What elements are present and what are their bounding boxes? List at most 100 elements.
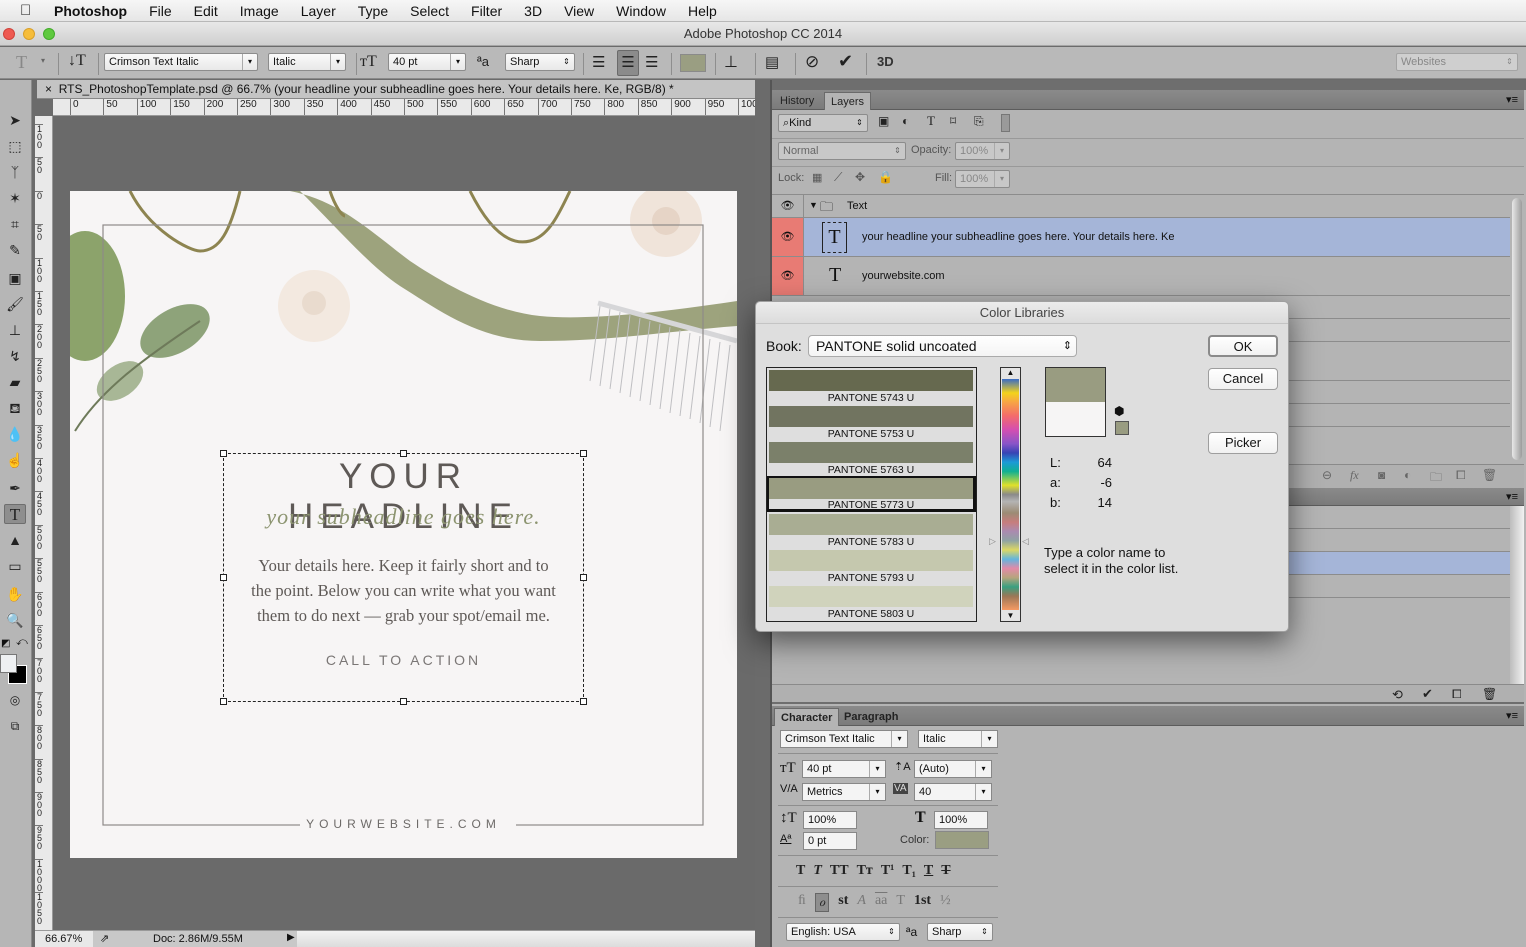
menu-3d[interactable]: 3D [524,3,542,19]
share-icon[interactable]: ⇗ [100,932,109,945]
add-mask-icon[interactable]: ◙ [1378,468,1385,482]
cancel-button[interactable]: Cancel [1208,368,1278,390]
warp-text-icon[interactable]: ⊥ [724,52,738,72]
ligatures-button[interactable]: ﬁ [798,893,806,912]
crop-tool-icon[interactable]: ⌗ [4,214,26,234]
apple-icon[interactable]:  [20,2,38,19]
new-layer-icon[interactable]: ⧠ [1456,468,1466,483]
swatch-item[interactable]: PANTONE 5753 U [769,406,975,442]
char-vertical-scale-field[interactable]: 100% [803,811,857,829]
visibility-eye-icon[interactable]: 👁 [772,257,804,295]
swash-button[interactable]: A [857,893,866,912]
zoom-level[interactable]: 66.67% [35,931,93,947]
color-spectrum-slider[interactable]: ▲ ▼ [1000,367,1021,622]
strikethrough-button[interactable]: T [941,863,950,879]
align-right-icon[interactable]: ☰ [645,53,658,71]
filter-type-icon[interactable]: T [927,113,935,129]
brush-tool-icon[interactable]: 🖌 [4,294,26,314]
pen-tool-icon[interactable]: ✒ [4,478,26,498]
layer-filter-kind-select[interactable]: ⌕Kind ⇕ [778,114,868,132]
layer-row-selected[interactable]: 👁 T your headline your subheadline goes … [772,218,1510,257]
subscript-button[interactable]: T₁ [902,863,916,879]
adjustment-layer-icon[interactable]: ◐ [1404,468,1411,482]
new-group-icon[interactable]: 🗀 [1430,468,1442,489]
scroll-down-arrow-icon[interactable]: ▼ [1001,611,1020,621]
quick-mask-icon[interactable]: ◎ [4,690,26,710]
small-caps-button[interactable]: Tт [857,863,873,879]
layers-scrollbar[interactable] [1512,198,1522,460]
stylistic-alternates-button[interactable]: aa [875,893,887,912]
scroll-up-arrow-icon[interactable]: ▲ [1001,368,1020,378]
old-style-button[interactable]: st [838,893,848,912]
transform-handle[interactable] [580,574,587,581]
fill-field[interactable]: 100% ▾ [955,170,1010,188]
status-menu-arrow-icon[interactable]: ▶ [287,932,295,943]
3d-icon[interactable]: 3D [877,54,894,69]
transform-handle[interactable] [580,450,587,457]
swatch-item[interactable]: PANTONE 5763 U [769,442,975,478]
superscript-button[interactable]: T¹ [881,863,895,879]
menu-image[interactable]: Image [240,3,279,19]
delete-state-icon[interactable]: 🗑 [1482,687,1497,701]
menu-edit[interactable]: Edit [194,3,218,19]
eyedropper-tool-icon[interactable]: ✎ [4,240,26,260]
blur-tool-icon[interactable]: 💧 [4,424,26,444]
tool-preset-dropdown-icon[interactable]: ▾ [41,56,45,65]
menu-help[interactable]: Help [688,3,717,19]
menu-file[interactable]: File [149,3,172,19]
rectangle-tool-icon[interactable]: ▭ [4,556,26,576]
font-size-select[interactable]: 40 pt ▾ [388,53,466,71]
type-tool-icon[interactable]: T [4,504,26,524]
link-layers-icon[interactable]: ⊖ [1322,468,1332,482]
filter-shape-icon[interactable]: ⌑ [950,114,956,128]
clone-stamp-tool-icon[interactable]: ⊥ [4,320,26,340]
char-font-style-select[interactable]: Italic ▾ [918,730,998,748]
out-of-gamut-cube-icon[interactable]: ⬢ [1114,404,1124,418]
magic-wand-tool-icon[interactable]: ✶ [4,188,26,208]
transform-handle[interactable] [400,698,407,705]
eraser-tool-icon[interactable]: ▰ [4,372,26,392]
character-panel-toggle-icon[interactable]: ▤ [765,53,779,71]
toggle-text-orientation-icon[interactable]: ↓T [68,52,86,70]
menu-filter[interactable]: Filter [471,3,502,19]
menu-layer[interactable]: Layer [301,3,336,19]
visibility-eye-icon[interactable]: 👁 [772,218,804,256]
lasso-tool-icon[interactable]: ᛉ [4,162,26,182]
transform-handle[interactable] [220,698,227,705]
paint-bucket-tool-icon[interactable]: ⛾ [4,398,26,418]
lock-brush-icon[interactable]: ⟋ [834,170,842,185]
filter-adjustment-icon[interactable]: ◐ [902,114,909,128]
default-colors-icon[interactable]: ◩ [1,638,10,649]
path-selection-tool-icon[interactable]: ▲ [4,530,26,550]
menu-window[interactable]: Window [616,3,666,19]
char-antialias-select[interactable]: Sharp ⇕ [927,923,993,941]
transform-handle[interactable] [580,698,587,705]
blend-mode-select[interactable]: Normal ⇕ [778,142,906,160]
filter-smart-object-icon[interactable]: ⎘ [974,114,984,129]
menu-select[interactable]: Select [410,3,449,19]
menu-app[interactable]: Photoshop [54,3,127,19]
titling-button[interactable]: T [896,893,905,912]
transform-handle[interactable] [220,450,227,457]
transform-handle[interactable] [400,450,407,457]
close-window-button[interactable] [3,28,15,40]
lock-all-icon[interactable]: 🔒 [878,170,893,184]
picker-button[interactable]: Picker [1208,432,1278,454]
transform-handle[interactable] [220,574,227,581]
web-safe-color-chip[interactable] [1115,421,1129,435]
history-brush-tool-icon[interactable]: ↯ [4,346,26,366]
opacity-field[interactable]: 100% ▾ [955,142,1010,160]
foreground-color-swatch[interactable] [0,654,17,673]
char-color-swatch[interactable] [935,831,989,849]
text-color-swatch[interactable] [680,54,706,72]
snapshot-check-icon[interactable]: ✔ [1422,686,1433,702]
panel-menu-icon[interactable]: ▾≡ [1506,490,1518,503]
close-document-icon[interactable]: × [45,82,52,96]
tab-history[interactable]: History [774,92,820,110]
char-font-family-select[interactable]: Crimson Text Italic ▾ [780,730,908,748]
dodge-tool-icon[interactable]: ☝ [4,450,26,470]
document-tab[interactable]: × RTS_PhotoshopTemplate.psd @ 66.7% (you… [37,80,755,99]
minimize-window-button[interactable] [23,28,35,40]
font-family-select[interactable]: Crimson Text Italic ▾ [104,53,258,71]
panel-menu-icon[interactable]: ▾≡ [1506,93,1518,106]
